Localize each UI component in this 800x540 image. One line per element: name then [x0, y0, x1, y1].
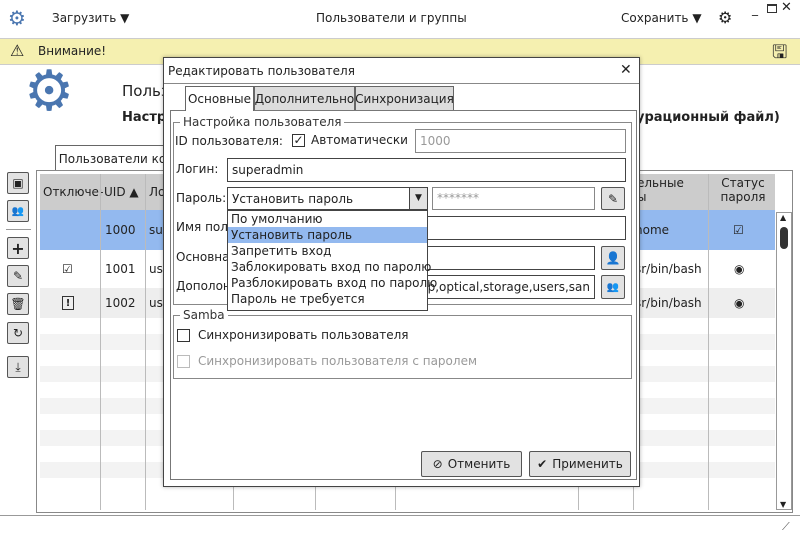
col-shell[interactable]: ельные ы	[637, 176, 684, 204]
import-button[interactable]: ⤓	[7, 356, 29, 378]
add-user-button[interactable]: +	[7, 237, 29, 259]
dialog-close-button[interactable]: ✕	[620, 62, 632, 78]
extra-groups-label: Дополон	[176, 279, 231, 293]
login-input[interactable]: superadmin	[227, 158, 626, 182]
settings-gear-icon[interactable]: ⚙	[718, 8, 732, 27]
dropdown-option[interactable]: Запретить вход	[228, 243, 427, 259]
login-label: Логин:	[176, 162, 219, 176]
check-icon: ✔	[537, 457, 548, 471]
tab-main[interactable]: Основные	[185, 86, 254, 111]
cell-shell: sr/bin/bash	[635, 296, 702, 310]
refresh-button[interactable]: ↻	[7, 322, 29, 344]
status-bar	[0, 515, 800, 540]
auto-label: Автоматически	[311, 133, 408, 147]
apply-button[interactable]: ✔ Применить	[529, 451, 631, 477]
sync-user-label: Синхронизировать пользователя	[198, 328, 409, 342]
cell-login: us	[149, 262, 163, 276]
group-title: Настройка пользователя	[180, 115, 345, 129]
users-gears-icon: ⚙	[24, 59, 75, 124]
select-groups-button[interactable]: 👥	[601, 275, 625, 299]
password-label: Пароль:	[176, 191, 227, 205]
cell-uid: 1000	[105, 223, 136, 237]
cell-uid: 1002	[105, 296, 136, 310]
password-mode-select[interactable]: Установить пароль ▼	[227, 187, 428, 210]
tab-label: Основные	[187, 92, 251, 106]
cell-status: ◉	[734, 262, 745, 276]
dropdown-option[interactable]: Пароль не требуется	[228, 291, 427, 307]
cell-shell: sr/bin/bash	[635, 262, 702, 276]
edit-user-dialog: Редактировать пользователя ✕ Основные До…	[163, 57, 640, 487]
tab-advanced[interactable]: Дополнительно	[254, 86, 355, 110]
cancel-button[interactable]: ⊘ Отменить	[421, 451, 522, 477]
page-title: Польз	[122, 82, 169, 100]
warning-icon: ⚠	[10, 41, 25, 60]
tab-label: Пользователи ко	[58, 151, 167, 166]
page-subtitle: Настр	[122, 110, 167, 125]
edit-password-button[interactable]: ✎	[601, 187, 625, 210]
dropdown-option[interactable]: Заблокировать вход по паролю	[228, 259, 431, 275]
maximize-button[interactable]	[767, 4, 777, 13]
dialog-title: Редактировать пользователя	[168, 64, 355, 78]
tab-sync[interactable]: Синхронизация	[355, 86, 454, 110]
sync-user-checkbox[interactable]: Синхронизировать пользователя	[177, 328, 409, 342]
uid-input[interactable]: 1000	[415, 129, 626, 153]
page-subtitle-tail: урационный файл)	[636, 110, 780, 125]
uid-label: ID пользователя:	[175, 134, 283, 148]
auto-uid-checkbox[interactable]: ✓ Автоматически	[292, 133, 408, 147]
tab-label: Дополнительно	[254, 91, 355, 106]
group-title: Samba	[180, 308, 228, 322]
tab-local-users[interactable]: Пользователи ко	[55, 145, 170, 171]
dropdown-option[interactable]: Разблокировать вход по паролю	[228, 275, 437, 291]
load-menu[interactable]: Загрузить ▼	[52, 11, 129, 25]
sync-password-label: Синхронизировать пользователя с паролем	[198, 354, 477, 368]
app-gear-icon: ⚙	[8, 6, 26, 30]
save-icon[interactable]: 🖫	[772, 40, 787, 70]
cell-status: ☑	[733, 223, 744, 237]
chevron-down-icon[interactable]: ▼	[409, 188, 427, 209]
minimize-button[interactable]: _	[752, 2, 758, 16]
cancel-icon: ⊘	[432, 457, 443, 471]
apply-label: Применить	[552, 457, 623, 471]
delete-user-button[interactable]: 🗑	[7, 293, 29, 315]
select-value: Установить пароль	[232, 191, 354, 206]
sync-password-checkbox[interactable]: Синхронизировать пользователя с паролем	[177, 354, 477, 368]
table-scrollbar[interactable]: ▲ ▼	[776, 212, 792, 510]
resize-grip-icon[interactable]: ⟋	[782, 520, 790, 534]
cell-disabled: !	[62, 296, 74, 310]
cell-login: su	[149, 223, 163, 237]
close-window-button[interactable]: ✕	[781, 0, 792, 15]
samba-group: Samba	[173, 308, 632, 379]
cancel-label: Отменить	[447, 457, 511, 471]
col-uid[interactable]: UID ▲	[104, 174, 139, 210]
password-mode-dropdown: По умолчанию Установить пароль Запретить…	[227, 210, 437, 311]
user-card-button[interactable]: ▣	[7, 172, 29, 194]
password-input[interactable]: *******	[432, 187, 595, 210]
cell-login: us	[149, 296, 163, 310]
col-disabled[interactable]: Отключен	[43, 174, 103, 210]
select-group-button[interactable]: 👤	[601, 246, 625, 270]
cell-disabled: ☑	[62, 262, 73, 276]
cell-uid: 1001	[105, 262, 136, 276]
edit-user-button[interactable]: ✎	[7, 265, 29, 287]
dropdown-option[interactable]: Установить пароль	[228, 227, 427, 243]
dropdown-option[interactable]: По умолчанию	[228, 211, 427, 227]
tab-label: Синхронизация	[355, 91, 454, 106]
extra-groups-value: k,lp,optical,storage,users,san	[413, 280, 590, 294]
window-title: Пользователи и группы	[316, 11, 467, 25]
col-password-status[interactable]: Статус пароля	[715, 176, 771, 204]
cell-status: ◉	[734, 296, 745, 310]
cell-shell: home	[635, 223, 670, 237]
groups-button[interactable]: 👥	[7, 200, 29, 222]
save-menu[interactable]: Сохранить ▼	[621, 11, 702, 25]
warning-text: Внимание!	[38, 44, 107, 58]
main-group-label: Основна	[176, 250, 230, 264]
